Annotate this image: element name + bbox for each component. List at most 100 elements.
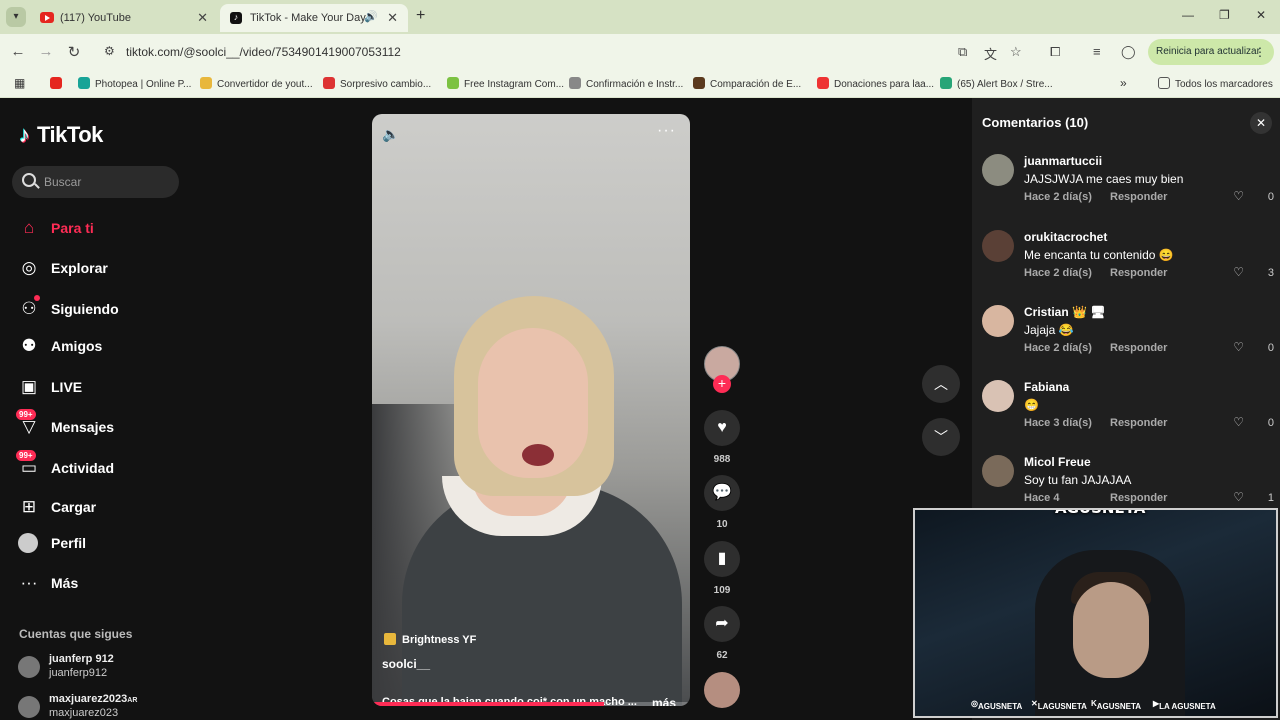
close-window-icon[interactable]: ✕ (1256, 8, 1266, 22)
heart-outline-icon[interactable]: ♡ (1233, 265, 1244, 279)
comment-text: Jajaja 😂 (1024, 323, 1074, 337)
comment-date: Hace 2 día(s) (1024, 342, 1092, 354)
nav-activity[interactable]: ▭ 99+ Actividad (16, 450, 188, 482)
bookmark-item[interactable]: Free Instagram Com... (447, 77, 564, 90)
heart-outline-icon[interactable]: ♡ (1233, 189, 1244, 203)
bookmark-item[interactable]: Sorpresivo cambio... (323, 77, 431, 90)
media-controls-icon[interactable]: ≡ (1093, 44, 1101, 59)
forward-icon[interactable]: → (36, 43, 56, 60)
previous-video-button[interactable]: ︿ (922, 365, 960, 403)
share-button[interactable]: ➦ (704, 606, 740, 642)
reply-button[interactable]: Responder (1110, 492, 1167, 504)
reply-button[interactable]: Responder (1110, 191, 1167, 203)
avatar[interactable] (982, 455, 1014, 487)
bookmark-item[interactable]: (65) Alert Box / Stre... (940, 77, 1053, 90)
bookmark-star-icon[interactable]: ☆ (1010, 44, 1022, 60)
volume-icon[interactable]: 🔈 (382, 126, 399, 143)
heart-outline-icon[interactable]: ♡ (1233, 415, 1244, 429)
reload-icon[interactable]: ↻ (64, 43, 84, 61)
video-player[interactable]: 🔈 ··· Brightness YF soolci__ Cosas que l… (372, 114, 690, 706)
search-input[interactable] (44, 173, 164, 191)
reply-button[interactable]: Responder (1110, 342, 1167, 354)
site-info-icon[interactable]: ⚙ (104, 44, 115, 58)
tab-search-chevron-icon[interactable]: ▾ (6, 7, 26, 27)
comment-user[interactable]: Micol Freue (1024, 455, 1091, 469)
new-tab-button[interactable]: + (416, 7, 425, 25)
update-button[interactable]: Reinicia para actualizar ⋮ (1148, 39, 1274, 65)
youtube-handle: ▶ LA AGUSNETA (1153, 699, 1216, 711)
video-options-icon[interactable]: ··· (657, 122, 676, 140)
heart-outline-icon[interactable]: ♡ (1233, 490, 1244, 504)
nav-friends[interactable]: ⚉ Amigos (18, 332, 188, 360)
music-icon (384, 633, 396, 645)
close-comments-icon[interactable]: ✕ (1250, 112, 1272, 134)
close-tab-icon[interactable]: ✕ (197, 10, 208, 26)
extensions-icon[interactable]: ⧠ (1050, 44, 1060, 60)
heart-icon: ♥ (717, 419, 727, 436)
instagram-tool-icon (447, 77, 459, 89)
follow-plus-icon[interactable]: + (713, 375, 731, 393)
bookmark-label: (65) Alert Box / Stre... (957, 79, 1053, 90)
following-account[interactable]: maxjuarez2023AR maxjuarez023 (18, 693, 188, 720)
tab-tiktok[interactable]: ♪ TikTok - Make Your Day 🔊 ✕ (220, 4, 408, 32)
back-icon[interactable]: ← (8, 43, 28, 60)
nav-explore[interactable]: ◎ Explorar (18, 254, 188, 282)
nav-label: Perfil (51, 535, 87, 551)
translate-icon[interactable]: 文 (984, 44, 997, 63)
tiktok-logo[interactable]: ♪ TikTok (19, 122, 103, 148)
nav-upload[interactable]: ⊞ Cargar (18, 493, 188, 521)
avatar[interactable] (982, 230, 1014, 262)
avatar[interactable] (982, 380, 1014, 412)
handle-text: LAGUSNETA (1037, 702, 1087, 711)
following-account[interactable]: juanferp 912 juanferp912 (18, 653, 188, 683)
comment-user[interactable]: Cristian 👑 🖥 (1024, 305, 1106, 319)
all-bookmarks[interactable]: Todos los marcadores (1158, 77, 1273, 90)
search-box[interactable] (12, 166, 179, 198)
bookmark-item[interactable]: Convertidor de yout... (200, 77, 313, 90)
browser-menu-icon[interactable]: ⋮ (1254, 39, 1266, 65)
bookmark-item[interactable]: Confirmación e Instr... (569, 77, 683, 90)
avatar[interactable] (982, 305, 1014, 337)
logo-text: TikTok (37, 122, 103, 147)
bookmark-item[interactable]: Comparación de E... (693, 77, 801, 90)
bookmark-item[interactable]: Photopea | Online P... (78, 77, 191, 90)
nav-profile[interactable]: Perfil (18, 529, 188, 557)
comment-user[interactable]: Fabiana (1024, 380, 1069, 394)
bookmark-item[interactable]: Donaciones para laa... (817, 77, 934, 90)
bookmark-youtube[interactable] (50, 77, 67, 90)
music-info[interactable]: Brightness YF (384, 633, 476, 646)
close-tab-icon[interactable]: ✕ (387, 10, 398, 26)
update-label: Reinicia para actualizar (1156, 46, 1260, 57)
reply-button[interactable]: Responder (1110, 417, 1167, 429)
nav-for-you[interactable]: ⌂ Para ti (18, 214, 188, 242)
nav-more[interactable]: ··· Más (18, 569, 188, 597)
nav-following[interactable]: ⚇ Siguiendo (18, 295, 188, 323)
restore-icon[interactable]: ❐ (1219, 8, 1230, 22)
nav-messages[interactable]: ▽ 99+ Mensajes (16, 409, 188, 441)
minimize-icon[interactable]: — (1182, 8, 1194, 22)
profile-icon[interactable]: ◯ (1121, 44, 1136, 60)
tab-youtube[interactable]: (117) YouTube ✕ (30, 4, 218, 32)
comment-button[interactable]: 💬 (704, 475, 740, 511)
more-bookmarks-icon[interactable]: » (1120, 76, 1127, 90)
save-button[interactable]: ▮ (704, 541, 740, 577)
next-video-button[interactable]: ﹀ (922, 418, 960, 456)
comment-date: Hace 4 (1024, 492, 1060, 504)
comment-user[interactable]: orukitacrochet (1024, 230, 1107, 244)
reply-button[interactable]: Responder (1110, 267, 1167, 279)
comment-user[interactable]: juanmartuccii (1024, 154, 1102, 168)
avatar[interactable] (982, 154, 1014, 186)
comment-like-count: 3 (1267, 267, 1274, 279)
like-button[interactable]: ♥ (704, 410, 740, 446)
video-progress-bar[interactable] (372, 702, 690, 706)
comment-item: orukitacrochet Me encanta tu contenido 😄… (982, 230, 1278, 300)
video-author[interactable]: soolci__ (382, 657, 430, 671)
heart-outline-icon[interactable]: ♡ (1233, 340, 1244, 354)
apps-grid-icon[interactable]: ▦ (14, 76, 25, 90)
url-bar[interactable]: ⚙ tiktok.com/@soolci__/video/75349014190… (96, 39, 936, 65)
speaker-icon[interactable]: 🔊 (364, 10, 378, 23)
install-app-icon[interactable]: ⧉ (958, 44, 967, 60)
sound-disc-avatar[interactable] (704, 672, 740, 708)
url-text[interactable]: tiktok.com/@soolci__/video/7534901419007… (126, 45, 401, 59)
nav-live[interactable]: ▣ LIVE (18, 373, 188, 401)
